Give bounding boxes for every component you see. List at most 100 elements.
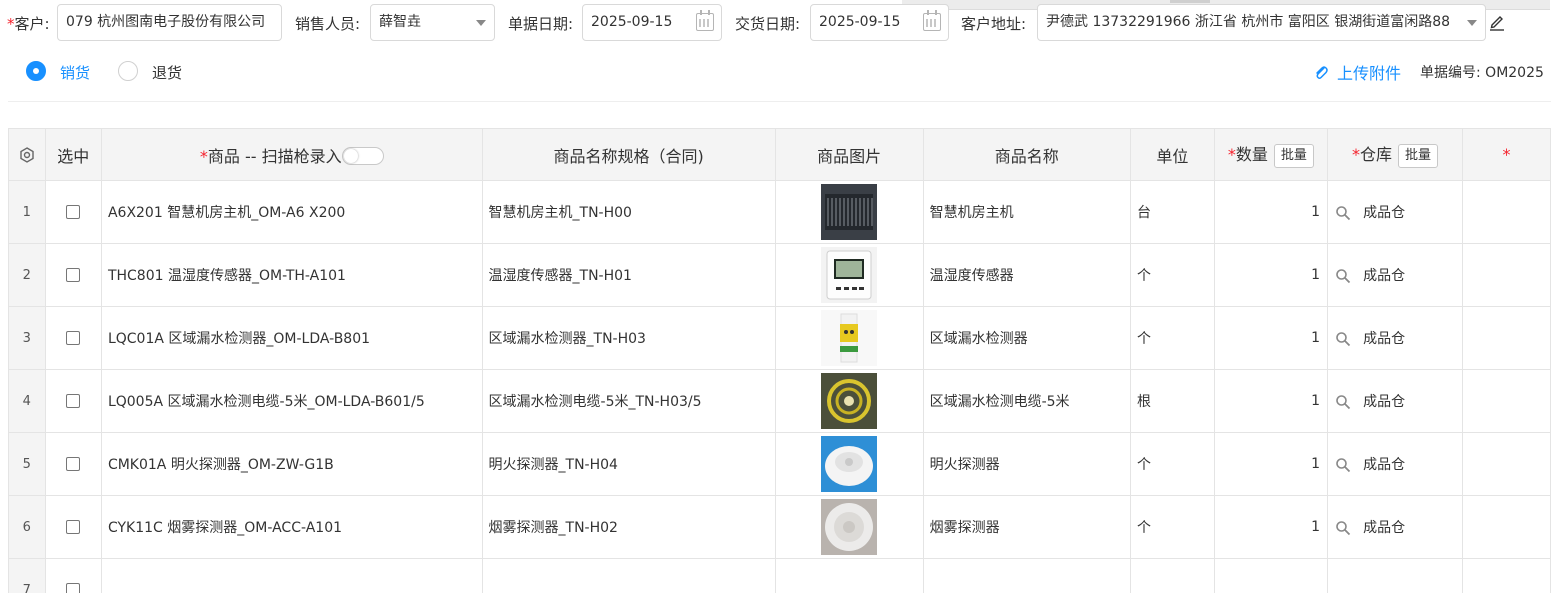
row-checkbox[interactable] [66, 205, 81, 219]
humidity-sensor-photo[interactable] [821, 247, 878, 303]
cell-unit: 个 [1130, 306, 1215, 370]
tab-indicator [1170, 0, 1210, 3]
cell-more [1461, 558, 1551, 593]
cell-warehouse[interactable]: 成品仓 [1327, 432, 1463, 496]
radio-return-label[interactable]: 退货 [152, 62, 182, 83]
search-icon[interactable] [1335, 205, 1351, 221]
column-settings[interactable] [8, 128, 46, 181]
batch-qty-button[interactable]: 批量 [1273, 143, 1314, 168]
cell-warehouse[interactable]: 成品仓 [1327, 369, 1463, 433]
order-lines-table: 选中 *商品 -- 扫描枪录入 商品名称规格（合同) 商品图片 商品名称 单位 … [8, 128, 1551, 593]
cell-image[interactable] [774, 180, 924, 244]
leak-detector-photo[interactable] [821, 310, 878, 366]
warehouse-value: 成品仓 [1363, 520, 1406, 536]
radio-return[interactable] [118, 61, 138, 81]
cell-warehouse[interactable]: 成品仓 [1327, 306, 1463, 370]
row-checkbox[interactable] [66, 457, 81, 471]
cell-image[interactable] [774, 432, 924, 496]
table-row[interactable]: 5 CMK01A 明火探测器_OM-ZW-G1B 明火探测器_TN-H04 明火探测器… [8, 432, 1551, 496]
row-checkbox-cell[interactable] [44, 180, 102, 244]
chevron-down-icon[interactable] [476, 20, 486, 26]
settings-gear-icon[interactable] [18, 146, 36, 164]
table-row[interactable]: 2 THC801 温湿度传感器_OM-TH-A101 温湿度传感器_TN-H01 温湿… [8, 243, 1551, 307]
radio-sale[interactable] [26, 61, 46, 81]
cell-image[interactable] [774, 243, 924, 307]
row-checkbox[interactable] [66, 583, 81, 593]
cell-warehouse[interactable]: 成品仓 [1327, 243, 1463, 307]
row-checkbox-cell[interactable] [44, 558, 102, 593]
cell-product[interactable] [100, 558, 483, 593]
cell-more [1461, 495, 1551, 559]
edit-pencil-icon[interactable] [1489, 13, 1505, 31]
cell-spec[interactable]: 明火探测器_TN-H04 [481, 432, 776, 496]
sales-person-select[interactable]: 薛智垚 [370, 4, 495, 41]
row-checkbox[interactable] [66, 394, 81, 408]
row-checkbox[interactable] [66, 268, 81, 282]
cell-product[interactable]: LQC01A 区域漏水检测器_OM-LDA-B801 [100, 306, 483, 370]
cell-warehouse[interactable]: 成品仓 [1327, 495, 1463, 559]
table-row[interactable]: 4 LQ005A 区域漏水检测电缆-5米_OM-LDA-B601/5 区域漏水检测电… [8, 369, 1551, 433]
scan-mode-toggle[interactable] [341, 146, 384, 165]
cell-unit [1130, 558, 1215, 593]
smoke-detector-photo[interactable] [821, 499, 878, 555]
cell-qty[interactable]: 1 [1213, 432, 1329, 496]
row-checkbox-cell[interactable] [44, 432, 102, 496]
cell-spec[interactable]: 区域漏水检测器_TN-H03 [481, 306, 776, 370]
cell-qty[interactable]: 1 [1213, 495, 1329, 559]
row-checkbox-cell[interactable] [44, 369, 102, 433]
cell-product[interactable]: CYK11C 烟雾探测器_OM-ACC-A101 [100, 495, 483, 559]
sales-person-value: 薛智垚 [379, 14, 421, 30]
cell-warehouse[interactable] [1327, 558, 1463, 593]
cell-product[interactable]: CMK01A 明火探测器_OM-ZW-G1B [100, 432, 483, 496]
search-icon[interactable] [1335, 520, 1351, 536]
cell-qty[interactable]: 1 [1213, 180, 1329, 244]
doc-date-picker[interactable]: 2025-09-15 [582, 4, 722, 41]
upload-attachment-label: 上传附件 [1337, 64, 1402, 83]
row-checkbox[interactable] [66, 520, 81, 534]
upload-attachment-button[interactable]: 上传附件 [1313, 60, 1401, 84]
cell-image[interactable] [774, 369, 924, 433]
batch-warehouse-button[interactable]: 批量 [1397, 143, 1438, 168]
delivery-date-picker[interactable]: 2025-09-15 [810, 4, 949, 41]
flame-detector-photo[interactable] [821, 436, 878, 492]
cell-spec[interactable]: 智慧机房主机_TN-H00 [481, 180, 776, 244]
leak-cable-photo[interactable] [821, 373, 878, 429]
cell-qty[interactable]: 1 [1213, 369, 1329, 433]
cell-warehouse[interactable]: 成品仓 [1327, 180, 1463, 244]
header-warehouse-text: 仓库 [1359, 145, 1392, 165]
cell-spec[interactable]: 区域漏水检测电缆-5米_TN-H03/5 [481, 369, 776, 433]
cell-more [1461, 180, 1551, 244]
cell-spec[interactable]: 烟雾探测器_TN-H02 [481, 495, 776, 559]
cell-spec[interactable] [481, 558, 776, 593]
row-checkbox-cell[interactable] [44, 306, 102, 370]
table-row[interactable]: 7 [8, 558, 1551, 593]
cell-product[interactable]: LQ005A 区域漏水检测电缆-5米_OM-LDA-B601/5 [100, 369, 483, 433]
cell-qty[interactable]: 1 [1213, 306, 1329, 370]
cell-image[interactable] [774, 306, 924, 370]
table-row[interactable]: 3 LQC01A 区域漏水检测器_OM-LDA-B801 区域漏水检测器_TN-H0… [8, 306, 1551, 370]
table-row[interactable]: 6 CYK11C 烟雾探测器_OM-ACC-A101 烟雾探测器_TN-H02 烟雾探… [8, 495, 1551, 559]
header-spec: 商品名称规格（合同) [481, 128, 776, 181]
doc-date-value: 2025-09-15 [591, 14, 673, 30]
server-host-photo[interactable] [821, 184, 878, 240]
cell-qty[interactable]: 1 [1213, 243, 1329, 307]
row-checkbox-cell[interactable] [44, 243, 102, 307]
radio-sale-label[interactable]: 销货 [60, 62, 90, 83]
cell-product[interactable]: A6X201 智慧机房主机_OM-A6 X200 [100, 180, 483, 244]
calendar-icon[interactable] [696, 10, 714, 31]
cell-qty[interactable] [1213, 558, 1329, 593]
row-checkbox[interactable] [66, 331, 81, 345]
search-icon[interactable] [1335, 268, 1351, 284]
row-checkbox-cell[interactable] [44, 495, 102, 559]
calendar-icon[interactable] [923, 10, 941, 31]
customer-select[interactable]: 079 杭州图南电子股份有限公司 [57, 4, 282, 41]
cell-image[interactable] [774, 495, 924, 559]
search-icon[interactable] [1335, 331, 1351, 347]
address-select[interactable]: 尹德武 13732291966 浙江省 杭州市 富阳区 银湖街道富闲路88 [1037, 4, 1486, 41]
table-row[interactable]: 1 A6X201 智慧机房主机_OM-A6 X200 智慧机房主机_TN-H00 智慧… [8, 180, 1551, 244]
cell-product[interactable]: THC801 温湿度传感器_OM-TH-A101 [100, 243, 483, 307]
chevron-down-icon[interactable] [1467, 20, 1477, 26]
cell-spec[interactable]: 温湿度传感器_TN-H01 [481, 243, 776, 307]
search-icon[interactable] [1335, 457, 1351, 473]
search-icon[interactable] [1335, 394, 1351, 410]
